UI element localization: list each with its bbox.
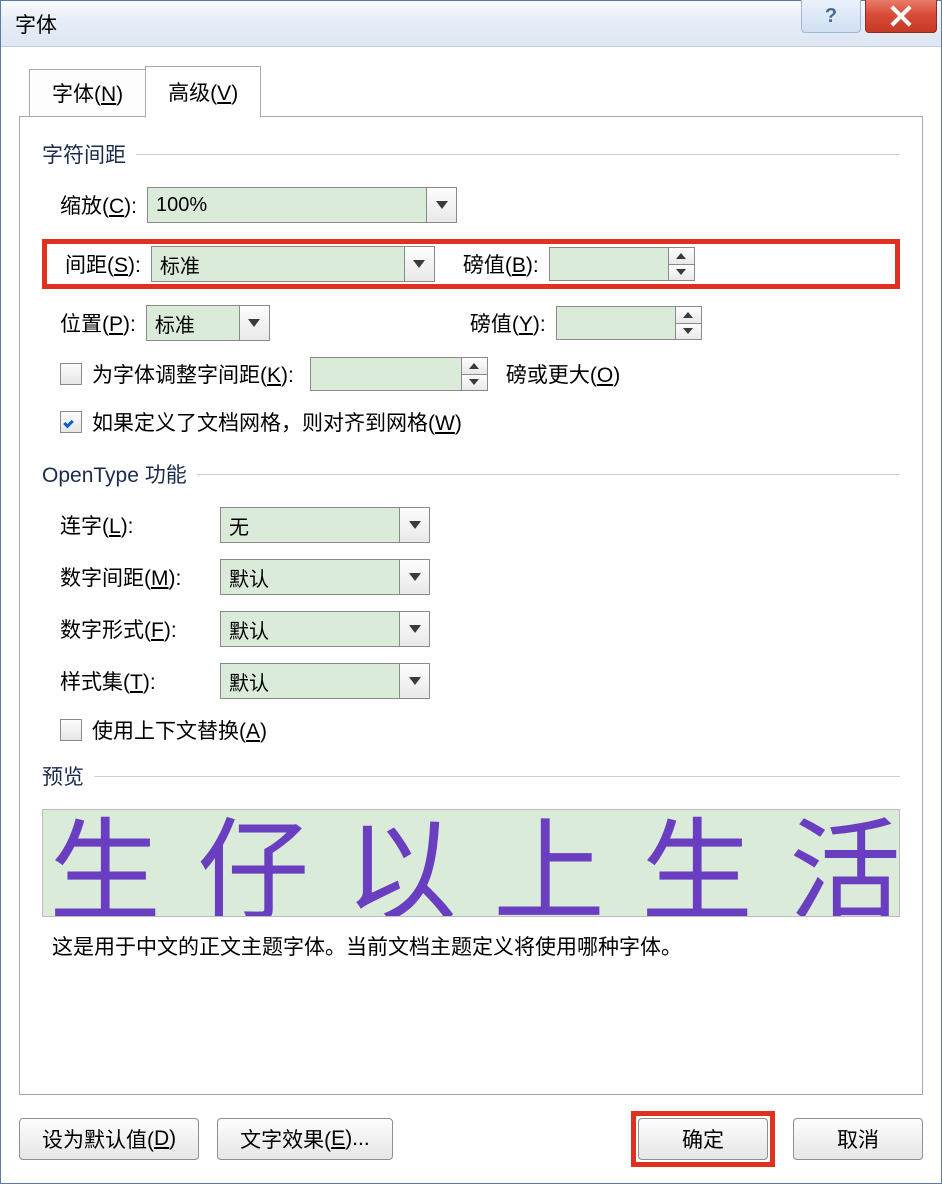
spacing-points-spinner[interactable] [549,247,695,281]
position-points-spinner[interactable] [556,306,702,340]
text-effects-button[interactable]: 文字效果(E)... [217,1118,393,1160]
spinner-down-icon[interactable] [669,265,694,281]
window-title: 字体 [15,9,57,39]
cancel-button[interactable]: 取消 [793,1118,923,1160]
contextual-checkbox[interactable] [60,719,82,741]
row-ligatures: 连字(L): 无 [60,507,900,543]
group-spacing-header: 字符间距 [42,139,900,169]
dropdown-arrow-icon [239,306,269,340]
dropdown-arrow-icon [426,188,456,222]
help-button[interactable] [801,0,861,33]
tab-advanced[interactable]: 高级(V) [145,66,261,118]
spinner-up-icon[interactable] [669,248,694,265]
styleset-combo[interactable]: 默认 [220,663,430,699]
kerning-suffix-label: 磅或更大(O) [506,359,620,389]
preview-description: 这是用于中文的正文主题字体。当前文档主题定义将使用哪种字体。 [52,931,900,961]
group-preview-header: 预览 [42,761,900,791]
row-contextual: 使用上下文替换(A) [60,715,900,745]
kerning-label: 为字体调整字间距(K): [92,359,294,389]
kerning-checkbox[interactable] [60,363,82,385]
spacing-label: 间距(S): [65,249,141,279]
dialog-body: 字体(N) 高级(V) 字符间距 缩放(C): 100% 间距(S): [1,47,941,1095]
set-default-button[interactable]: 设为默认值(D) [19,1118,199,1160]
numspacing-label: 数字间距(M): [60,562,210,592]
position-combo[interactable]: 标准 [146,305,270,341]
tabpage-advanced: 字符间距 缩放(C): 100% 间距(S): 标准 磅值(B): [19,116,923,1095]
numspacing-combo[interactable]: 默认 [220,559,430,595]
dropdown-arrow-icon [399,560,429,594]
tab-font[interactable]: 字体(N) [29,69,146,117]
spinner-up-icon[interactable] [676,307,701,324]
row-numspacing: 数字间距(M): 默认 [60,559,900,595]
titlebar: 字体 [1,1,941,47]
scale-combo[interactable]: 100% [147,187,457,223]
dialog-footer: 设为默认值(D) 文字效果(E)... 确定 取消 [1,1095,941,1183]
dropdown-arrow-icon [399,508,429,542]
spinner-down-icon[interactable] [462,375,487,391]
numforms-combo[interactable]: 默认 [220,611,430,647]
spacing-points-label: 磅值(B): [463,249,539,279]
row-position: 位置(P): 标准 磅值(Y): [60,305,900,341]
preview-box: 生仔以上生活以 [42,809,900,917]
position-points-label: 磅值(Y): [470,308,546,338]
ok-button[interactable]: 确定 [638,1118,768,1160]
scale-label: 缩放(C): [60,190,137,220]
spinner-up-icon[interactable] [462,358,487,375]
ligatures-combo[interactable]: 无 [220,507,430,543]
dropdown-arrow-icon [399,664,429,698]
row-numforms: 数字形式(F): 默认 [60,611,900,647]
numforms-label: 数字形式(F): [60,614,210,644]
close-icon [890,5,912,27]
ligatures-label: 连字(L): [60,510,210,540]
tabstrip: 字体(N) 高级(V) [29,65,923,117]
snap-grid-label: 如果定义了文档网格，则对齐到网格(W) [92,407,462,437]
dropdown-arrow-icon [404,247,434,281]
position-label: 位置(P): [60,308,136,338]
spacing-combo[interactable]: 标准 [151,246,435,282]
row-kerning: 为字体调整字间距(K): 磅或更大(O) [60,357,900,391]
close-button[interactable] [865,0,937,33]
snap-grid-checkbox[interactable] [60,411,82,433]
dropdown-arrow-icon [399,612,429,646]
highlight-spacing-row: 间距(S): 标准 磅值(B): [42,239,900,289]
kerning-points-spinner[interactable] [310,357,488,391]
highlight-ok-button: 确定 [631,1111,775,1167]
window-controls [801,0,941,33]
row-styleset: 样式集(T): 默认 [60,663,900,699]
row-scale: 缩放(C): 100% [60,187,900,223]
spinner-down-icon[interactable] [676,324,701,340]
row-snap-grid: 如果定义了文档网格，则对齐到网格(W) [60,407,900,437]
font-dialog: 字体 字体(N) 高级(V) 字符间距 缩放(C): [0,0,942,1184]
styleset-label: 样式集(T): [60,666,210,696]
contextual-label: 使用上下文替换(A) [92,715,267,745]
group-opentype-header: OpenType 功能 [42,459,900,489]
